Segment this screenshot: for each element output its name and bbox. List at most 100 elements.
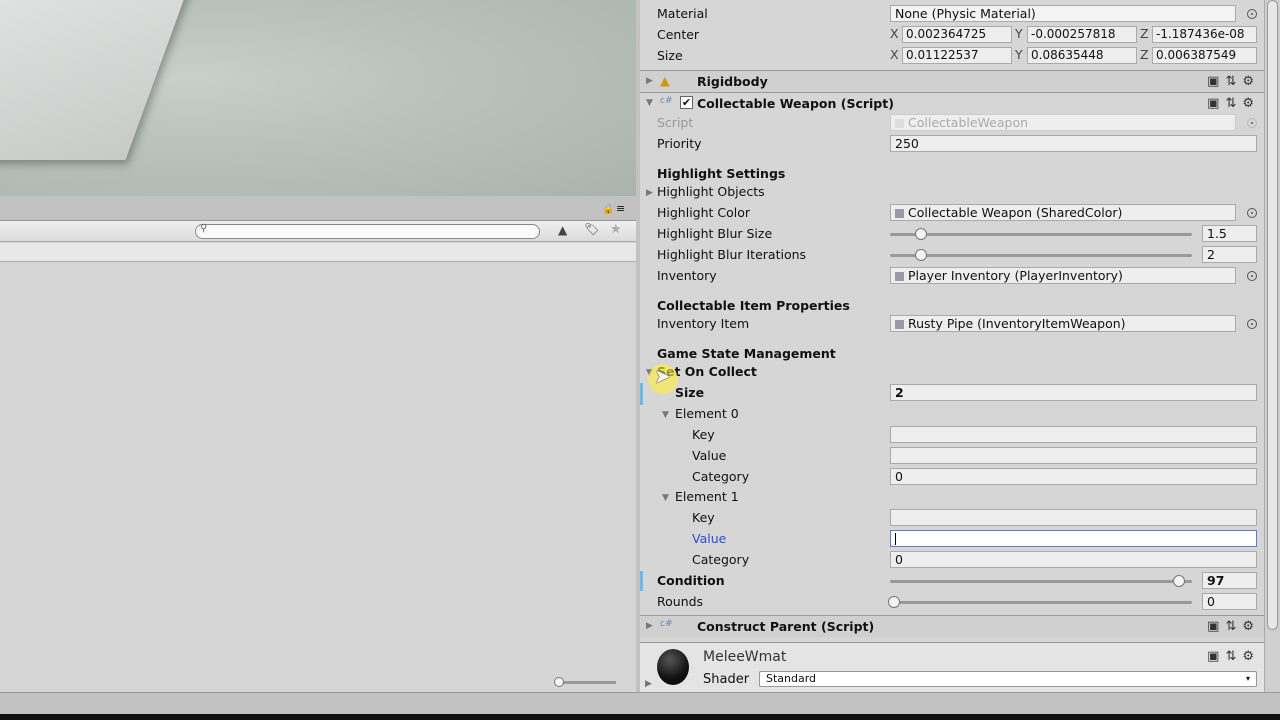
- rigidbody-header[interactable]: ▶ ▲ Rigidbody ▣⇅⚙: [640, 70, 1264, 92]
- object-picker-icon: [1247, 118, 1257, 128]
- component-title: Construct Parent (Script): [697, 619, 875, 634]
- search-input[interactable]: ⚲: [195, 223, 540, 239]
- construct-parent-header[interactable]: ▶ c# Construct Parent (Script) ▣⇅⚙: [640, 615, 1264, 637]
- modified-indicator: [640, 571, 643, 591]
- blur-size-label: Highlight Blur Size: [657, 226, 773, 241]
- shader-dropdown[interactable]: Standard ▾: [759, 671, 1257, 687]
- condition-label: Condition: [657, 573, 725, 588]
- scene-view[interactable]: [0, 0, 636, 196]
- book-help-icon[interactable]: ▣: [1207, 96, 1225, 111]
- zoom-slider[interactable]: [554, 677, 616, 687]
- element-0-foldout[interactable]: Element 0: [675, 406, 739, 421]
- element-0-category-label: Category: [692, 469, 750, 484]
- book-help-icon[interactable]: ▣: [1207, 74, 1225, 89]
- inventory-item-label: Inventory Item: [657, 316, 750, 331]
- sliders-icon[interactable]: ⇅: [1225, 649, 1242, 664]
- center-label: Center: [657, 27, 700, 42]
- modified-indicator: [640, 383, 643, 405]
- lock-icon[interactable]: 🔒: [602, 204, 614, 215]
- gear-icon[interactable]: ⚙: [1242, 649, 1260, 664]
- favorite-star-icon[interactable]: ★: [610, 222, 622, 237]
- element-1-value-field[interactable]: [890, 530, 1257, 547]
- material-label: Material: [657, 6, 708, 21]
- sliders-icon[interactable]: ⇅: [1225, 619, 1242, 634]
- book-help-icon[interactable]: ▣: [1207, 619, 1225, 634]
- element-0-category-field[interactable]: 0: [890, 468, 1257, 485]
- game-state-header: Game State Management: [657, 346, 836, 361]
- array-size-field[interactable]: 2: [890, 384, 1257, 401]
- script-label: Script: [657, 115, 694, 130]
- gear-icon[interactable]: ⚙: [1242, 619, 1260, 634]
- element-1-value-label: Value: [692, 531, 727, 546]
- highlight-objects-foldout[interactable]: Highlight Objects: [657, 184, 765, 199]
- book-help-icon[interactable]: ▣: [1207, 649, 1225, 664]
- component-title: Rigidbody: [697, 74, 768, 89]
- collectable-weapon-header[interactable]: ▼ c# ✔ Collectable Weapon (Script) ▣⇅⚙: [640, 92, 1264, 114]
- object-picker-icon[interactable]: [1247, 319, 1257, 329]
- inventory-item-field[interactable]: Rusty Pipe (InventoryItemWeapon): [890, 315, 1236, 332]
- material-field[interactable]: None (Physic Material): [890, 5, 1236, 22]
- collapse-arrow-icon[interactable]: ▼: [646, 98, 653, 108]
- element-0-key-field[interactable]: [890, 426, 1257, 443]
- inspector-scrollbar[interactable]: [1264, 0, 1280, 692]
- condition-field[interactable]: 97: [1202, 572, 1257, 589]
- element-1-category-field[interactable]: 0: [890, 551, 1257, 568]
- gear-icon[interactable]: ⚙: [1242, 74, 1260, 89]
- list-header: [0, 243, 636, 262]
- priority-field[interactable]: 250: [890, 135, 1257, 152]
- array-size-label: Size: [675, 385, 705, 400]
- object-picker-icon[interactable]: [1247, 271, 1257, 281]
- highlight-color-field[interactable]: Collectable Weapon (SharedColor): [890, 204, 1236, 221]
- material-preview: [657, 649, 689, 685]
- expand-arrow-icon[interactable]: ▶: [645, 679, 652, 689]
- inventory-label: Inventory: [657, 268, 717, 283]
- element-1-key-field[interactable]: [890, 509, 1257, 526]
- script-icon: c#: [660, 619, 673, 629]
- material-section: ▶ MeleeWmat Shader Standard ▾ ▣⇅⚙: [640, 642, 1264, 692]
- expand-arrow-icon[interactable]: ▶: [646, 621, 653, 631]
- blur-iterations-slider[interactable]: [890, 249, 1192, 261]
- sliders-icon[interactable]: ⇅: [1225, 74, 1242, 89]
- expand-arrow-icon[interactable]: ▶: [646, 188, 653, 198]
- panel-tab-bar: 🔒 ≡: [0, 196, 636, 220]
- shader-label: Shader: [703, 672, 750, 687]
- object-picker-icon[interactable]: [1247, 208, 1257, 218]
- label-tag-icon[interactable]: 🏷: [584, 222, 599, 236]
- search-icon: ⚲: [200, 223, 208, 234]
- rigidbody-icon: ▲: [660, 73, 670, 88]
- rounds-slider[interactable]: [888, 596, 1192, 608]
- scene-object: [0, 0, 195, 160]
- expand-arrow-icon[interactable]: ▶: [646, 76, 653, 86]
- scrollbar-thumb[interactable]: [1267, 0, 1278, 630]
- element-1-key-label: Key: [692, 510, 715, 525]
- enabled-checkbox[interactable]: ✔: [680, 96, 693, 109]
- text-caret: [895, 533, 896, 545]
- blur-size-field[interactable]: 1.5: [1202, 225, 1257, 242]
- component-title: Collectable Weapon (Script): [697, 96, 894, 111]
- blur-iterations-field[interactable]: 2: [1202, 246, 1257, 263]
- condition-slider[interactable]: [890, 575, 1192, 587]
- center-y[interactable]: -0.000257818: [1027, 26, 1137, 43]
- collapse-arrow-icon[interactable]: ▼: [662, 493, 669, 503]
- menu-icon[interactable]: ≡: [616, 202, 625, 215]
- gear-icon[interactable]: ⚙: [1242, 96, 1260, 111]
- size-y[interactable]: 0.08635448: [1027, 47, 1137, 64]
- sliders-icon[interactable]: ⇅: [1225, 96, 1242, 111]
- blur-size-slider[interactable]: [890, 228, 1192, 240]
- size-z[interactable]: 0.006387549: [1152, 47, 1257, 64]
- item-properties-header: Collectable Item Properties: [657, 298, 850, 313]
- filter-type-icon[interactable]: ▲: [558, 223, 567, 237]
- inventory-field[interactable]: Player Inventory (PlayerInventory): [890, 267, 1236, 284]
- collapse-arrow-icon[interactable]: ▼: [662, 410, 669, 420]
- highlight-settings-header: Highlight Settings: [657, 166, 786, 181]
- center-x[interactable]: 0.002364725: [902, 26, 1012, 43]
- object-picker-icon[interactable]: [1247, 9, 1257, 19]
- element-1-foldout[interactable]: Element 1: [675, 489, 739, 504]
- inspector-panel: Material None (Physic Material) Center X…: [640, 0, 1264, 692]
- size-x[interactable]: 0.01122537: [902, 47, 1012, 64]
- element-0-key-label: Key: [692, 427, 715, 442]
- center-z[interactable]: -1.187436e-08: [1152, 26, 1257, 43]
- element-0-value-field[interactable]: [890, 447, 1257, 464]
- script-icon: c#: [660, 96, 673, 106]
- rounds-field[interactable]: 0: [1202, 593, 1257, 610]
